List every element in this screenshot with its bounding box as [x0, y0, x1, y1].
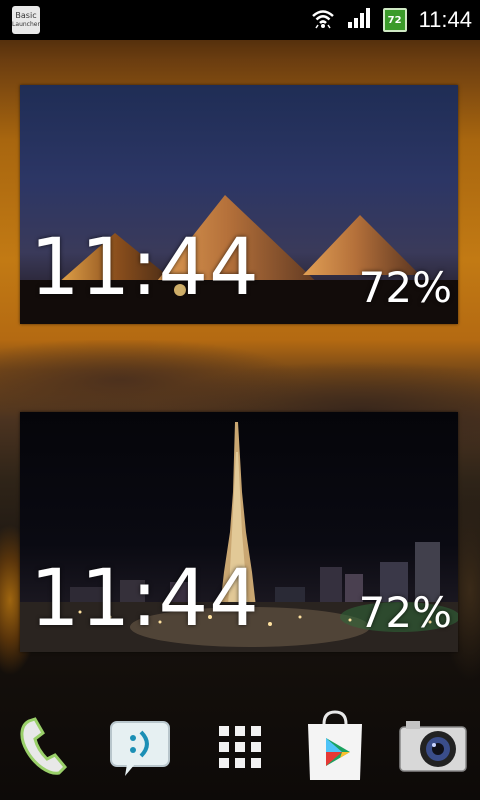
pyramids-clock-widget[interactable]: 11:44 72%	[20, 85, 458, 324]
notification-icon-sublabel: Launcher	[12, 21, 40, 28]
wifi-icon	[311, 7, 335, 33]
camera-icon[interactable]	[398, 712, 468, 782]
phone-icon[interactable]	[10, 712, 80, 782]
status-bar[interactable]: Basic Launcher 72 11:44	[0, 0, 480, 40]
notification-app-icon[interactable]: Basic Launcher	[12, 6, 40, 34]
status-indicators: 72 11:44	[311, 0, 472, 40]
app-drawer-icon[interactable]	[205, 712, 275, 782]
app-dock	[0, 700, 480, 800]
dubai-clock-widget[interactable]: 11:44 72%	[20, 412, 458, 652]
status-clock: 11:44	[418, 7, 472, 32]
notification-icon-label: Basic	[15, 11, 37, 20]
messaging-icon[interactable]	[105, 712, 175, 782]
battery-icon: 72	[382, 8, 407, 32]
widget-battery-percent: 72%	[358, 588, 452, 637]
widget-clock-time: 11:44	[30, 223, 260, 313]
widget-clock-time: 11:44	[30, 554, 260, 644]
widget-battery-percent: 72%	[358, 263, 452, 312]
play-store-icon[interactable]	[300, 710, 370, 782]
signal-icon	[347, 7, 371, 33]
